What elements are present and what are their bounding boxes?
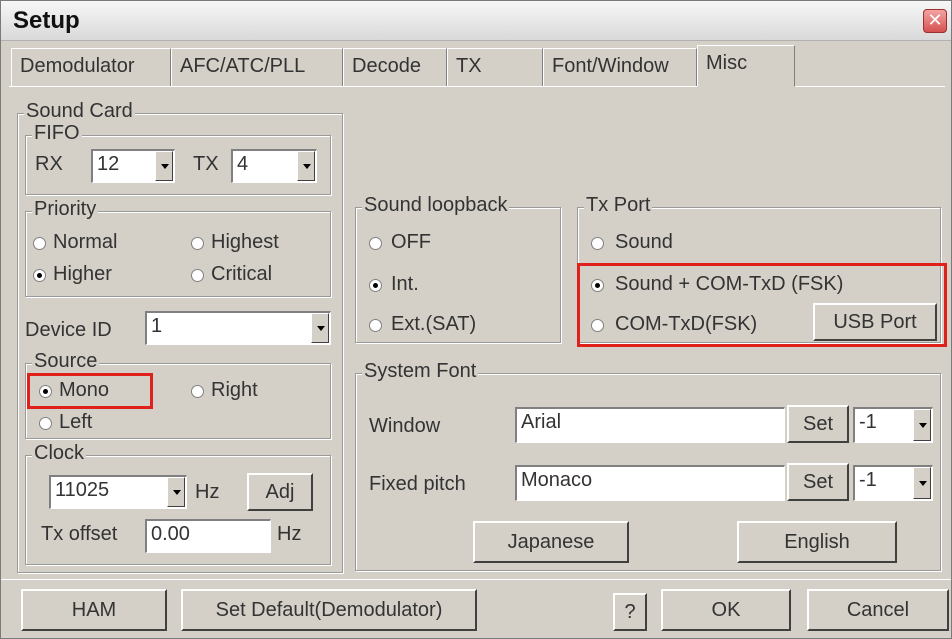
source-label: Source bbox=[32, 350, 100, 373]
fixed-pitch-label: Fixed pitch bbox=[369, 473, 466, 495]
priority-normal-label: Normal bbox=[53, 231, 118, 253]
window-font-size-value: -1 bbox=[859, 411, 877, 433]
sound-card-label: Sound Card bbox=[24, 100, 135, 123]
priority-label: Priority bbox=[32, 198, 99, 221]
tx-label: TX bbox=[193, 153, 219, 175]
window-font-set-button[interactable]: Set bbox=[787, 405, 849, 443]
tab-decode[interactable]: Decode bbox=[343, 48, 447, 86]
window-title: Setup bbox=[13, 7, 80, 34]
loopback-off-label: OFF bbox=[391, 231, 431, 253]
setup-dialog: Setup ✕ Demodulator AFC/ATC/PLL Decode T… bbox=[0, 0, 952, 639]
radio-critical[interactable] bbox=[191, 269, 204, 282]
set-default-button[interactable]: Set Default(Demodulator) bbox=[181, 589, 477, 631]
source-left-label: Left bbox=[59, 411, 93, 433]
tx-port-highlight-box bbox=[577, 263, 947, 347]
title-bar[interactable]: Setup ✕ bbox=[1, 1, 951, 41]
close-icon[interactable]: ✕ bbox=[923, 9, 947, 33]
tab-tx[interactable]: TX bbox=[447, 48, 543, 86]
radio-higher[interactable] bbox=[33, 269, 46, 282]
txport-sound-label: Sound bbox=[615, 231, 673, 253]
tx-offset-label: Tx offset bbox=[41, 523, 118, 545]
priority-critical-label: Critical bbox=[211, 263, 273, 285]
device-id-value: 1 bbox=[151, 315, 163, 337]
tx-offset-hz-label: Hz bbox=[277, 523, 302, 545]
tab-afc-atc-pll[interactable]: AFC/ATC/PLL bbox=[171, 48, 343, 86]
tx-port-label: Tx Port bbox=[584, 194, 653, 217]
radio-txport-sound[interactable] bbox=[591, 237, 604, 250]
source-right-label: Right bbox=[211, 379, 258, 401]
tab-font-window[interactable]: Font/Window bbox=[543, 48, 697, 86]
english-button[interactable]: English bbox=[737, 521, 897, 563]
tx-offset-value: 0.00 bbox=[151, 523, 190, 545]
system-font-label: System Font bbox=[362, 360, 479, 383]
help-button[interactable]: ? bbox=[613, 593, 647, 631]
clock-hz-label: Hz bbox=[195, 481, 220, 503]
clock-value: 11025 bbox=[55, 479, 110, 501]
fixed-font-field[interactable]: Monaco bbox=[515, 465, 785, 501]
loopback-int-label: Int. bbox=[391, 273, 419, 295]
radio-loopback-ext[interactable] bbox=[369, 319, 382, 332]
radio-loopback-off[interactable] bbox=[369, 237, 382, 250]
adj-button[interactable]: Adj bbox=[247, 473, 313, 511]
tab-divider bbox=[9, 86, 945, 87]
chevron-down-icon[interactable] bbox=[913, 409, 931, 441]
chevron-down-icon[interactable] bbox=[311, 313, 329, 343]
ok-button[interactable]: OK bbox=[661, 589, 791, 631]
tab-demodulator[interactable]: Demodulator bbox=[11, 48, 171, 86]
chevron-down-icon[interactable] bbox=[167, 477, 185, 507]
tx-offset-field[interactable]: 0.00 bbox=[145, 519, 271, 553]
clock-label: Clock bbox=[32, 442, 87, 465]
radio-left[interactable] bbox=[39, 417, 52, 430]
sound-loopback-label: Sound loopback bbox=[362, 194, 510, 217]
tab-misc[interactable]: Misc bbox=[697, 45, 795, 87]
chevron-down-icon[interactable] bbox=[913, 467, 931, 499]
loopback-ext-label: Ext.(SAT) bbox=[391, 313, 477, 335]
japanese-button[interactable]: Japanese bbox=[473, 521, 629, 563]
priority-highest-label: Highest bbox=[211, 231, 279, 253]
fixed-font-value: Monaco bbox=[521, 469, 593, 491]
chevron-down-icon[interactable] bbox=[297, 151, 315, 181]
fifo-label: FIFO bbox=[32, 122, 82, 145]
radio-loopback-int[interactable] bbox=[369, 279, 382, 292]
radio-normal[interactable] bbox=[33, 237, 46, 250]
device-id-select[interactable]: 1 bbox=[145, 311, 331, 345]
fixed-font-size-value: -1 bbox=[859, 469, 877, 491]
mono-highlight-box bbox=[27, 373, 153, 409]
radio-right[interactable] bbox=[191, 385, 204, 398]
rx-label: RX bbox=[35, 153, 63, 175]
priority-higher-label: Higher bbox=[53, 263, 112, 285]
window-font-label: Window bbox=[369, 415, 441, 437]
cancel-button[interactable]: Cancel bbox=[807, 589, 949, 631]
radio-highest[interactable] bbox=[191, 237, 204, 250]
rx-fifo-value: 12 bbox=[97, 153, 120, 175]
window-font-value: Arial bbox=[521, 411, 562, 433]
device-id-label: Device ID bbox=[25, 319, 112, 341]
tx-fifo-value: 4 bbox=[237, 153, 249, 175]
ham-button[interactable]: HAM bbox=[21, 589, 167, 631]
chevron-down-icon[interactable] bbox=[155, 151, 173, 181]
window-font-field[interactable]: Arial bbox=[515, 407, 785, 443]
fixed-font-set-button[interactable]: Set bbox=[787, 463, 849, 501]
